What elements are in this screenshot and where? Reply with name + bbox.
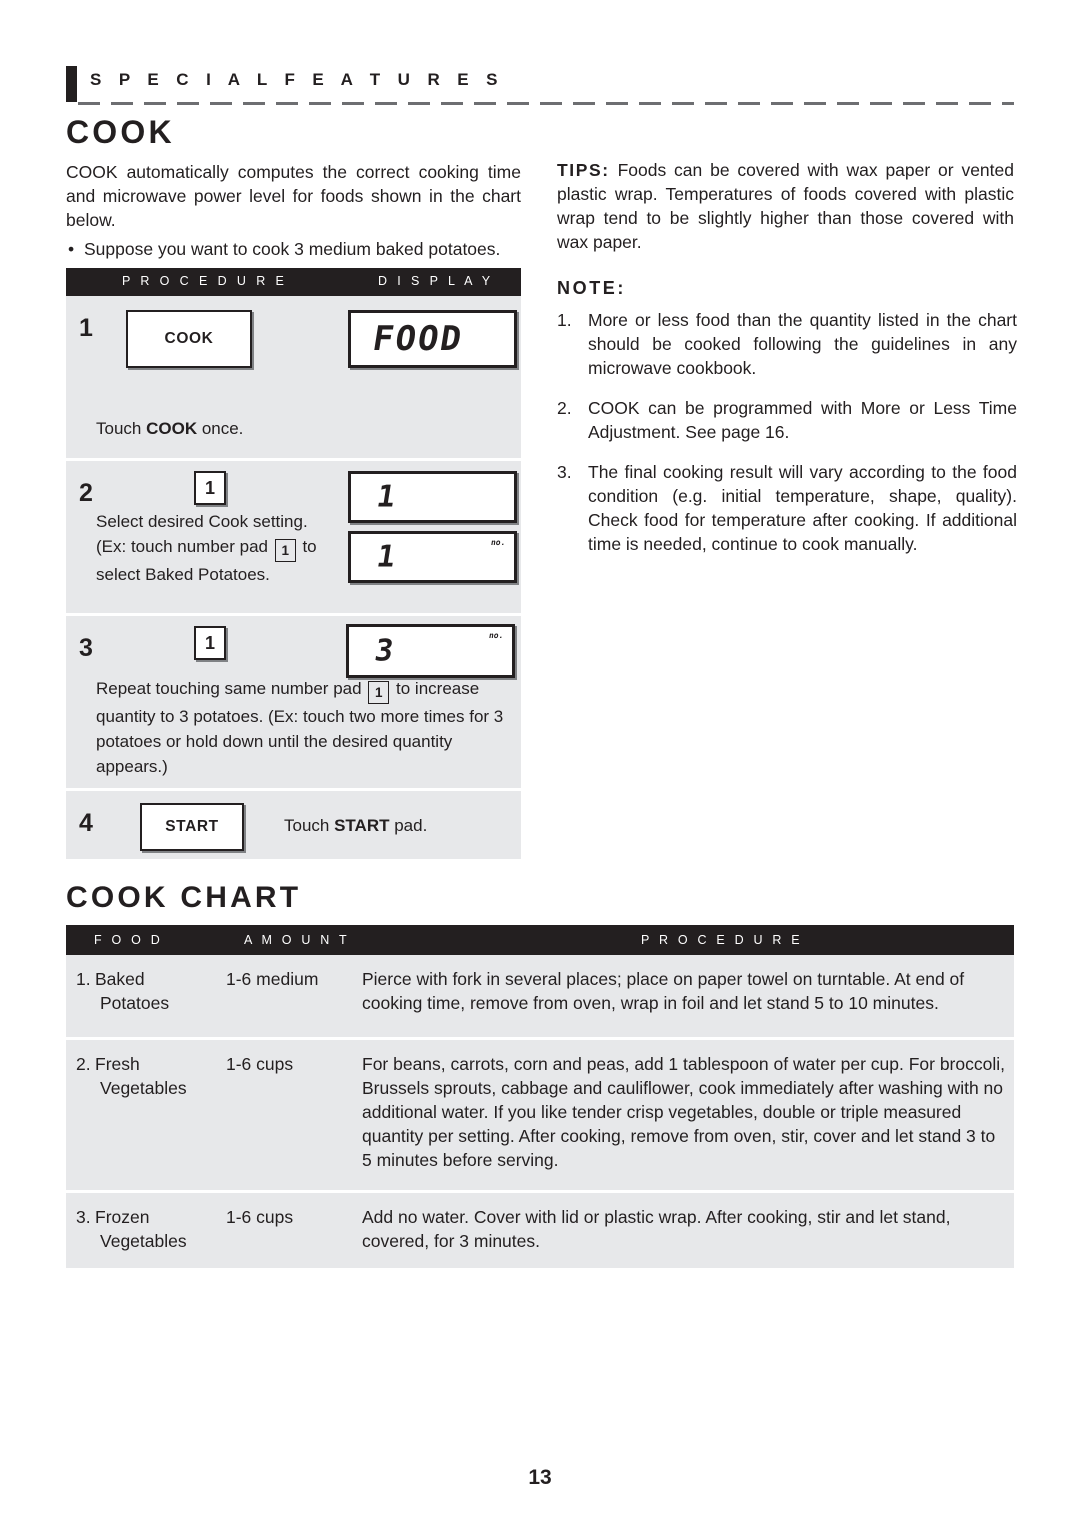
procedure-table: P R O C E D U R E D I S P L A Y 1 COOK T… (66, 268, 521, 862)
step-2-line-1: Select desired Cook setting. (96, 512, 308, 531)
cell-food: 1. Baked Potatoes (76, 967, 226, 1015)
column-header-display: D I S P L A Y (378, 274, 494, 288)
note-item-text: COOK can be programmed with More or Less… (588, 398, 1017, 442)
cell-food: 3. Frozen Vegetables (76, 1205, 226, 1253)
note-list: 1. More or less food than the quantity li… (557, 308, 1017, 572)
cell-amount: 1-6 medium (226, 969, 319, 989)
note-label: NOTE: (557, 278, 626, 298)
cook-chart-table-header: F O O D A M O U N T P R O C E D U R E (66, 925, 1014, 955)
step-number-1: 1 (79, 314, 93, 342)
food-name-line-2: Vegetables (100, 1078, 187, 1098)
display-panel-step-2-bottom: 1 no. (348, 531, 517, 583)
step-4-text-pre: Touch (284, 816, 335, 835)
number-pad-button-1-repeat[interactable]: 1 (194, 626, 226, 660)
display-no-indicator: no. (487, 631, 504, 640)
display-value-step-2-top: 1 (374, 479, 400, 515)
note-item-number: 1. (557, 310, 572, 330)
cook-chart-table: F O O D A M O U N T P R O C E D U R E 1.… (66, 925, 1014, 1271)
food-name-line-1: Fresh (95, 1054, 140, 1074)
column-header-procedure: P R O C E D U R E (122, 274, 288, 288)
document-page: S P E C I A L F E A T U R E S COOK COOK … (0, 0, 1080, 1526)
inline-number-pad-icon: 1 (368, 681, 390, 705)
step-number-4: 4 (79, 809, 93, 837)
note-item-text: The final cooking result will vary accor… (588, 462, 1017, 554)
step-3-instruction: Repeat touching same number pad 1 to inc… (96, 676, 506, 779)
page-title-cook: COOK (66, 114, 175, 150)
note-item-text: More or less food than the quantity list… (588, 310, 1017, 378)
note-item-number: 2. (557, 398, 572, 418)
step-4-text-bold: START (334, 816, 390, 835)
note-item: 2. COOK can be programmed with More or Le… (557, 396, 1017, 444)
cell-food: 2. Fresh Vegetables (76, 1052, 226, 1100)
step-1-text-pre: Touch (96, 419, 147, 438)
note-item: 3. The final cooking result will vary acc… (557, 460, 1017, 556)
column-header-amount: A M O U N T (244, 933, 350, 947)
cell-amount: 1-6 cups (226, 1207, 294, 1227)
tips-body: Foods can be covered with wax paper or v… (557, 160, 1014, 252)
cook-intro-paragraph: COOK automatically computes the correct … (66, 162, 521, 230)
procedure-table-header: P R O C E D U R E D I S P L A Y (66, 268, 521, 296)
food-name-line-2: Potatoes (100, 993, 170, 1013)
tips-paragraph: TIPS: Foods can be covered with wax pape… (557, 158, 1014, 254)
note-item: 1. More or less food than the quantity li… (557, 308, 1017, 380)
cell-procedure: Pierce with fork in several places; plac… (362, 969, 965, 1013)
step-1-instruction: Touch COOK once. (96, 416, 376, 441)
procedure-step-row-1: 1 COOK Touch COOK once. FOOD (66, 296, 521, 461)
step-2-instruction: Select desired Cook setting. (Ex: touch … (96, 509, 358, 587)
bullet-dot-icon: • (68, 239, 75, 259)
food-name-line-2: Vegetables (100, 1231, 187, 1251)
start-pad-button[interactable]: START (140, 803, 244, 851)
food-name-line-1: Baked (95, 969, 145, 989)
number-pad-button-1[interactable]: 1 (194, 471, 226, 505)
column-header-food: F O O D (94, 933, 163, 947)
table-row: 2. Fresh Vegetables 1-6 cups For beans, c… (66, 1040, 1014, 1193)
step-4-text-post: pad. (389, 816, 428, 835)
table-row: 3. Frozen Vegetables 1-6 cups Add no wate… (66, 1193, 1014, 1271)
header-tick-mark (66, 66, 77, 102)
row-index: 1. (76, 969, 91, 989)
step-2-line-3: select Baked Potatoes. (96, 565, 270, 585)
cell-amount: 1-6 cups (226, 1054, 294, 1074)
display-value-step-1: FOOD (369, 319, 467, 359)
procedure-step-row-2: 2 1 Select desired Cook setting. (Ex: to… (66, 461, 521, 616)
cook-example-bullet: • Suppose you want to cook 3 medium baked… (68, 238, 526, 260)
inline-number-pad-icon: 1 (274, 539, 296, 563)
section-header: S P E C I A L F E A T U R E S (66, 64, 1014, 108)
cook-pad-button[interactable]: COOK (126, 310, 252, 368)
step-1-text-post: once. (197, 419, 244, 438)
cook-example-text: Suppose you want to cook 3 medium baked … (84, 239, 501, 259)
row-index: 3. (76, 1207, 91, 1227)
note-item-number: 3. (557, 462, 572, 482)
procedure-step-row-4: 4 START Touch START pad. (66, 791, 521, 862)
table-row: 1. Baked Potatoes 1-6 medium Pierce with … (66, 955, 1014, 1040)
step-4-instruction: Touch START pad. (284, 813, 534, 838)
step-1-text-bold: COOK (146, 419, 198, 438)
page-number: 13 (528, 1466, 552, 1489)
header-dashed-rule (78, 102, 1014, 105)
cell-procedure: For beans, carrots, corn and peas, add 1… (362, 1054, 1005, 1170)
section-header-label: S P E C I A L F E A T U R E S (90, 70, 504, 89)
display-panel-step-1: FOOD (348, 310, 517, 368)
column-header-procedure: P R O C E D U R E (641, 933, 803, 947)
cell-procedure: Add no water. Cover with lid or plastic … (362, 1207, 951, 1251)
tips-label: TIPS: (557, 160, 610, 180)
page-title-cook-chart: COOK CHART (66, 881, 302, 914)
display-value-step-3: 3 (372, 633, 398, 669)
display-panel-step-3: 3 no. (346, 624, 515, 678)
display-panel-step-2-top: 1 (348, 471, 517, 523)
display-value-step-2-bottom: 1 (374, 539, 400, 575)
step-number-2: 2 (79, 479, 93, 507)
row-index: 2. (76, 1054, 91, 1074)
display-no-indicator: no. (489, 538, 506, 547)
food-name-line-1: Frozen (95, 1207, 150, 1227)
procedure-step-row-3: 3 1 Repeat touching same number pad 1 to… (66, 616, 521, 791)
step-3-text-pre: Repeat touching same number pad (96, 679, 367, 698)
step-2-line-2-pre: (Ex: touch number pad (96, 537, 273, 556)
step-2-line-2-post: to (297, 537, 317, 556)
step-number-3: 3 (79, 634, 93, 662)
